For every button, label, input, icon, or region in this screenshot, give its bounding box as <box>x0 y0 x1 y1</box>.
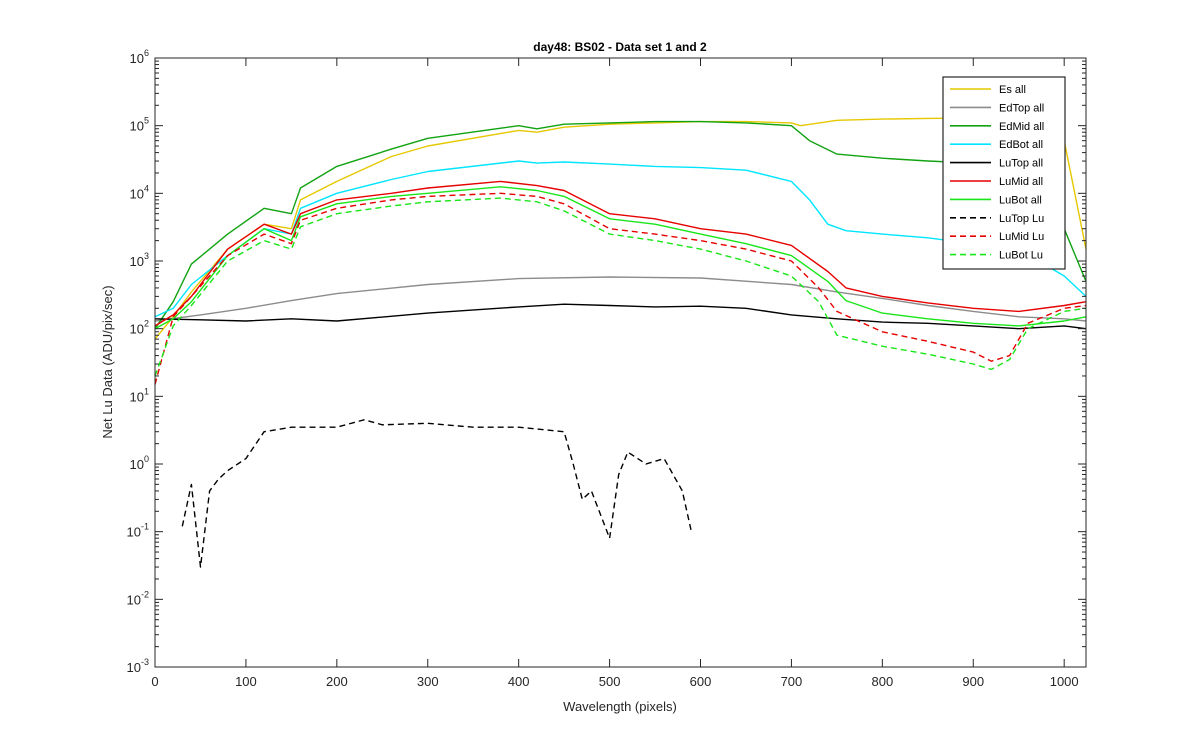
legend: Es all EdTop all EdMid all EdBot all LuTop a… <box>942 76 1066 270</box>
y-tick-exponent: 2 <box>144 319 149 329</box>
y-tick-base: 10 <box>130 51 144 66</box>
x-tick-label: 600 <box>690 674 712 689</box>
x-tick-label: 700 <box>781 674 803 689</box>
y-tick-base: 10 <box>130 254 144 269</box>
x-tick-label: 400 <box>508 674 530 689</box>
y-tick-exponent: 5 <box>144 116 149 126</box>
x-tick-label: 1000 <box>1050 674 1079 689</box>
y-tick-exponent: -2 <box>141 589 149 599</box>
y-tick-exponent: -3 <box>141 657 149 667</box>
y-tick-exponent: 0 <box>144 454 149 464</box>
legend-label: LuBot Lu <box>999 250 1043 262</box>
y-tick-base: 10 <box>130 457 144 472</box>
y-tick-exponent: 6 <box>144 48 149 58</box>
y-tick-base: 10 <box>130 119 144 134</box>
legend-label: Es all <box>999 84 1026 96</box>
y-tick-base: 10 <box>130 389 144 404</box>
x-tick-label: 300 <box>417 674 439 689</box>
legend-label: LuTop all <box>999 158 1043 170</box>
x-tick-label: 200 <box>326 674 348 689</box>
y-tick-base: 10 <box>130 322 144 337</box>
x-axis-label: Wavelength (pixels) <box>563 699 677 714</box>
y-tick-exponent: -1 <box>141 522 149 532</box>
x-tick-label: 900 <box>962 674 984 689</box>
legend-label: EdTop all <box>999 102 1044 114</box>
chart-title: day48: BS02 - Data set 1 and 2 <box>533 40 707 54</box>
y-tick-exponent: 3 <box>144 251 149 261</box>
legend-label: LuMid all <box>999 176 1043 188</box>
legend-label: LuMid Lu <box>999 231 1044 243</box>
y-tick-exponent: 4 <box>144 183 149 193</box>
legend-label: LuTop Lu <box>999 213 1044 225</box>
x-tick-label: 100 <box>235 674 257 689</box>
y-tick-base: 10 <box>127 525 141 540</box>
y-axis-label: Net Lu Data (ADU/pix/sec) <box>100 285 115 438</box>
y-tick-exponent: 1 <box>144 386 149 396</box>
chart: 0 100 200 300 400 500 600 700 800 900 1000 10-310-… <box>0 0 1200 750</box>
x-tick-label: 800 <box>871 674 893 689</box>
y-tick-base: 10 <box>127 660 141 675</box>
y-tick-base: 10 <box>127 592 141 607</box>
legend-label: EdMid all <box>999 121 1044 133</box>
legend-label: EdBot all <box>999 139 1043 151</box>
legend-label: LuBot all <box>999 194 1042 206</box>
y-tick-base: 10 <box>130 186 144 201</box>
x-tick-label: 0 <box>151 674 158 689</box>
x-tick-label: 500 <box>599 674 621 689</box>
